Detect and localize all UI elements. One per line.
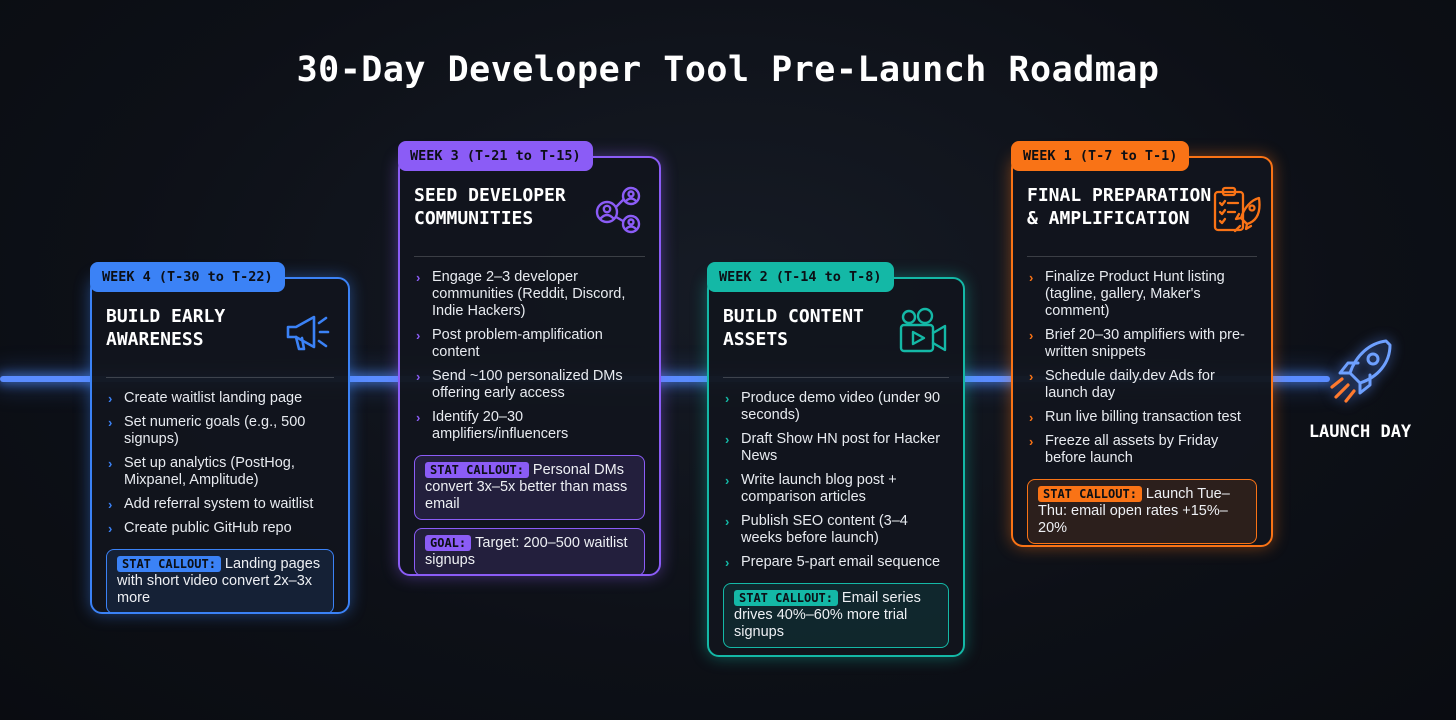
chevron-right-icon: › [416,369,421,384]
week1-list-item: › Freeze all assets by Friday before laun… [1027,433,1257,467]
week2-item-text: Draft Show HN post for Hacker News [741,431,941,464]
week2-list-item: › Publish SEO content (3–4 weeks before l… [723,513,949,547]
week1-items: › Finalize Product Hunt listing (tagline,… [1027,269,1257,467]
week3-divider [414,256,645,257]
week1-item-text: Run live billing transaction test [1045,409,1241,425]
week2-list-item: › Draft Show HN post for Hacker News [723,431,949,465]
week4-list-item: › Add referral system to waitlist [106,496,334,513]
week1-list-item: › Brief 20–30 amplifiers with pre-written… [1027,327,1257,361]
chevron-right-icon: › [725,514,730,529]
week1-list-item: › Finalize Product Hunt listing (tagline,… [1027,269,1257,320]
week1-divider [1027,256,1257,257]
week4-stat-callout: STAT CALLOUT: Landing pages with short vi… [106,549,334,614]
stat-callout-badge: STAT CALLOUT: [734,590,838,606]
week2-item-text: Prepare 5-part email sequence [741,554,941,570]
week3-items: › Engage 2–3 developer communities (Reddi… [414,269,645,443]
week3-item-text: Engage 2–3 developer communities (Reddit… [432,269,626,319]
chevron-right-icon: › [1029,410,1034,425]
week2-item-text: Write launch blog post + comparison arti… [741,472,897,505]
week2-title: BUILD CONTENT ASSETS [723,306,864,350]
week4-item-text: Set up analytics (PostHog, Mixpanel, Amp… [124,455,295,488]
week3-list-item: › Post problem-amplification content [414,327,645,361]
card-week3: WEEK 3 (T-21 to T-15) SEED DEVELOPER COM… [398,141,661,576]
chevron-right-icon: › [725,432,730,447]
week3-item-text: Send ~100 personalized DMs offering earl… [432,368,623,401]
chevron-right-icon: › [416,270,421,285]
week1-list-item: › Schedule daily.dev Ads for launch day [1027,368,1257,402]
week2-tag: WEEK 2 (T-14 to T-8) [707,262,894,292]
week4-list-item: › Set up analytics (PostHog, Mixpanel, Am… [106,455,334,489]
chevron-right-icon: › [725,391,730,406]
week1-list-item: › Run live billing transaction test [1027,409,1257,426]
page-title: 30-Day Developer Tool Pre-Launch Roadmap [296,50,1160,90]
stat-callout-badge: STAT CALLOUT: [425,462,529,478]
megaphone-icon [286,315,330,351]
week3-goal-callout: GOAL: Target: 200–500 waitlist signups [414,528,645,576]
stat-callout-badge: STAT CALLOUT: [1038,486,1142,502]
week3-item-text: Post problem-amplification content [432,327,603,360]
week4-item-text: Set numeric goals (e.g., 500 signups) [124,414,306,447]
chevron-right-icon: › [1029,270,1034,285]
week3-list-item: › Engage 2–3 developer communities (Reddi… [414,269,645,320]
week2-items: › Produce demo video (under 90 seconds) › D… [723,390,949,571]
week1-title: FINAL PREPARATION & AMPLIFICATION [1027,185,1212,229]
week2-list-item: › Produce demo video (under 90 seconds) [723,390,949,424]
week3-stat-callout: STAT CALLOUT: Personal DMs convert 3x–5x … [414,455,645,520]
chevron-right-icon: › [108,391,113,406]
week4-item-text: Add referral system to waitlist [124,496,314,512]
week4-item-text: Create waitlist landing page [124,390,303,406]
chevron-right-icon: › [108,497,113,512]
week4-list-item: › Set numeric goals (e.g., 500 signups) [106,414,334,448]
rocket-icon [1330,339,1392,403]
chevron-right-icon: › [108,521,113,536]
week2-list-item: › Write launch blog post + comparison art… [723,472,949,506]
community-icon [595,186,641,234]
stat-callout-badge: STAT CALLOUT: [117,556,221,572]
week2-list-item: › Prepare 5-part email sequence [723,554,949,571]
chevron-right-icon: › [1029,328,1034,343]
week3-item-text: Identify 20–30 amplifiers/influencers [432,409,569,442]
week4-title: BUILD EARLY AWARENESS [106,306,226,350]
week3-list-item: › Identify 20–30 amplifiers/influencers [414,409,645,443]
week1-item-text: Freeze all assets by Friday before launc… [1045,433,1219,466]
week1-stat-callout: STAT CALLOUT: Launch Tue–Thu: email open … [1027,479,1257,544]
card-week4: WEEK 4 (T-30 to T-22) BUILD EARLY AWAREN… [90,262,350,614]
week2-item-text: Produce demo video (under 90 seconds) [741,390,941,423]
week4-divider [106,377,334,378]
goal-badge: GOAL: [425,535,472,551]
week2-stat-callout: STAT CALLOUT: Email series drives 40%–60%… [723,583,949,648]
video-camera-icon [899,307,947,353]
chevron-right-icon: › [416,328,421,343]
week3-tag: WEEK 3 (T-21 to T-15) [398,141,593,171]
week4-list-item: › Create waitlist landing page [106,390,334,407]
chevron-right-icon: › [1029,434,1034,449]
week1-tag: WEEK 1 (T-7 to T-1) [1011,141,1190,171]
chevron-right-icon: › [416,410,421,425]
week4-tag: WEEK 4 (T-30 to T-22) [90,262,285,292]
week2-item-text: Publish SEO content (3–4 weeks before la… [741,513,908,546]
week3-title: SEED DEVELOPER COMMUNITIES [414,185,566,229]
chevron-right-icon: › [725,555,730,570]
launch-day-label: LAUNCH DAY [1308,422,1412,442]
week4-list-item: › Create public GitHub repo [106,520,334,537]
chevron-right-icon: › [725,473,730,488]
chevron-right-icon: › [108,456,113,471]
week1-item-text: Brief 20–30 amplifiers with pre-written … [1045,327,1245,360]
chevron-right-icon: › [108,415,113,430]
week2-divider [723,377,949,378]
week4-items: › Create waitlist landing page › Set numeri… [106,390,334,537]
clipboard-rocket-icon [1213,186,1261,233]
week4-item-text: Create public GitHub repo [124,520,292,536]
card-week2: WEEK 2 (T-14 to T-8) BUILD CONTENT ASSET… [707,262,965,657]
week1-item-text: Finalize Product Hunt listing (tagline, … [1045,269,1225,319]
week3-list-item: › Send ~100 personalized DMs offering ear… [414,368,645,402]
chevron-right-icon: › [1029,369,1034,384]
card-week1: WEEK 1 (T-7 to T-1) FINAL PREPARATION & … [1011,141,1273,547]
week1-item-text: Schedule daily.dev Ads for launch day [1045,368,1215,401]
launch-day: LAUNCH DAY [1300,335,1420,442]
